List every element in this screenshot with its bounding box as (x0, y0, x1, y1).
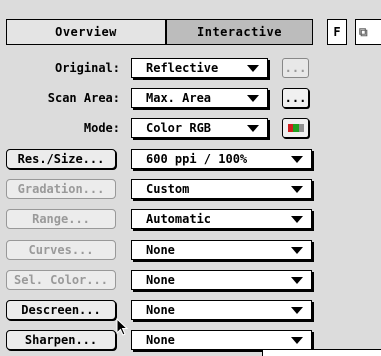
sel-color-popup[interactable]: None (131, 270, 312, 290)
range-value: Automatic (146, 212, 212, 226)
sel-color-value: None (146, 273, 175, 287)
chevron-down-icon (291, 307, 303, 314)
sharpen-button[interactable]: Sharpen... (6, 330, 116, 350)
original-value: Reflective (146, 61, 219, 75)
gradation-button[interactable]: Gradation... (6, 179, 116, 199)
sharpen-value: None (146, 333, 175, 347)
color-swatch-icon (287, 124, 304, 132)
tab-interactive[interactable]: Interactive (166, 19, 313, 45)
chevron-down-icon (291, 186, 303, 193)
chevron-down-icon (247, 125, 259, 132)
chevron-down-icon (291, 247, 303, 254)
chevron-down-icon (247, 95, 259, 102)
chevron-down-icon (291, 156, 303, 163)
curves-popup[interactable]: None (131, 240, 312, 260)
descreen-popup[interactable]: None (131, 300, 312, 320)
chevron-down-icon (247, 65, 259, 72)
gradation-value: Custom (146, 182, 190, 196)
scan-area-more-button[interactable]: ... (282, 88, 309, 108)
descreen-value: None (146, 303, 175, 317)
original-more-button[interactable]: ... (282, 58, 309, 78)
res-size-button[interactable]: Res./Size... (6, 149, 116, 169)
scan-area-label: Scan Area: (47, 91, 120, 105)
chevron-down-icon (291, 277, 303, 284)
range-popup[interactable]: Automatic (131, 209, 312, 229)
res-size-popup[interactable]: 600 ppi / 100% (131, 149, 312, 169)
color-mode-button[interactable] (282, 118, 309, 138)
sel-color-button[interactable]: Sel. Color... (6, 270, 116, 290)
next-panel-button[interactable]: ⧉ (355, 19, 381, 45)
background-window-edge (262, 349, 381, 356)
gradation-popup[interactable]: Custom (131, 179, 312, 199)
range-button[interactable]: Range... (6, 209, 116, 229)
chevron-down-icon (291, 216, 303, 223)
mode-value: Color RGB (146, 121, 212, 135)
mouse-cursor-icon (116, 318, 129, 336)
scan-area-value: Max. Area (146, 91, 212, 105)
original-label: Original: (54, 61, 120, 75)
descreen-button[interactable]: Descreen... (6, 300, 116, 320)
mode-label: Mode: (83, 121, 120, 135)
original-popup[interactable]: Reflective (131, 58, 268, 78)
chevron-down-icon (291, 337, 303, 344)
tab-overview[interactable]: Overview (6, 19, 166, 45)
scan-area-popup[interactable]: Max. Area (131, 88, 268, 108)
f-button[interactable]: F (327, 19, 347, 45)
sharpen-popup[interactable]: None (131, 330, 312, 350)
curves-value: None (146, 243, 175, 257)
mode-popup[interactable]: Color RGB (131, 118, 268, 138)
curves-button[interactable]: Curves... (6, 240, 116, 260)
res-size-value: 600 ppi / 100% (146, 152, 248, 166)
